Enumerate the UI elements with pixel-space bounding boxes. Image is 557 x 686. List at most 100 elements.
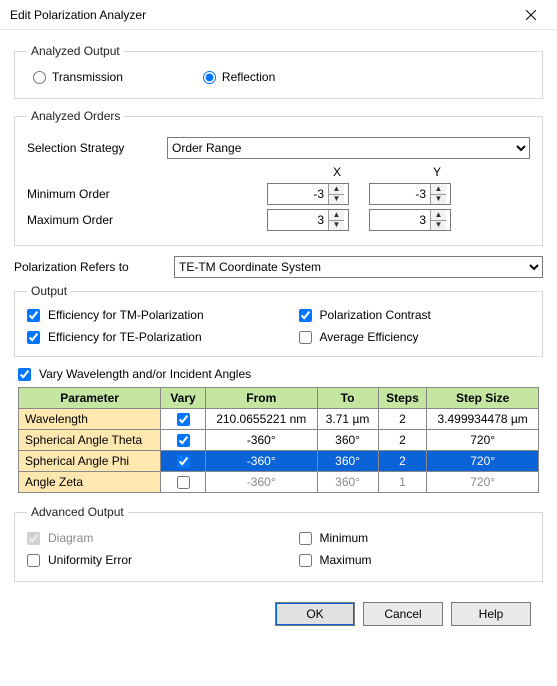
min-order-y-spinner[interactable]: ▲▼ — [369, 183, 451, 205]
cell-vary[interactable] — [161, 430, 206, 451]
diagram-checkbox-input — [27, 532, 40, 545]
advanced-output-legend: Advanced Output — [27, 505, 128, 519]
cell-parameter[interactable]: Spherical Angle Phi — [19, 451, 161, 472]
titlebar: Edit Polarization Analyzer — [0, 0, 557, 30]
header-to: To — [317, 388, 378, 409]
reflection-label: Reflection — [222, 70, 275, 84]
cell-vary[interactable] — [161, 451, 206, 472]
close-icon — [526, 10, 536, 20]
minimum-label: Minimum — [320, 531, 369, 545]
cell-from[interactable]: -360° — [205, 430, 317, 451]
polarization-contrast-label: Polarization Contrast — [320, 308, 431, 322]
maximum-checkbox[interactable]: Maximum — [299, 553, 531, 567]
min-order-x-input[interactable] — [268, 184, 328, 204]
polarization-refers-label: Polarization Refers to — [14, 260, 174, 274]
minimum-checkbox-input[interactable] — [299, 532, 312, 545]
vary-cell-checkbox[interactable] — [177, 413, 190, 426]
analyzed-output-group: Analyzed Output Transmission Reflection — [14, 44, 543, 99]
cell-to[interactable]: 360° — [317, 472, 378, 493]
spin-down-icon[interactable]: ▼ — [329, 221, 344, 231]
cell-from[interactable]: -360° — [205, 472, 317, 493]
selection-strategy-select[interactable]: Order Range — [167, 137, 530, 159]
polarization-contrast-checkbox-input[interactable] — [299, 309, 312, 322]
uniformity-checkbox-input[interactable] — [27, 554, 40, 567]
y-column-header: Y — [387, 165, 487, 179]
dialog-buttons: OK Cancel Help — [14, 592, 543, 626]
output-group: Output Efficiency for TM-Polarization Po… — [14, 284, 543, 357]
header-parameter: Parameter — [19, 388, 161, 409]
reflection-radio[interactable]: Reflection — [203, 70, 275, 84]
min-order-x-spinner[interactable]: ▲▼ — [267, 183, 349, 205]
spin-up-icon[interactable]: ▲ — [329, 184, 344, 195]
transmission-radio[interactable]: Transmission — [33, 70, 123, 84]
spin-down-icon[interactable]: ▼ — [329, 195, 344, 205]
cell-parameter[interactable]: Wavelength — [19, 409, 161, 430]
polarization-contrast-checkbox[interactable]: Polarization Contrast — [299, 308, 531, 322]
cell-vary[interactable] — [161, 409, 206, 430]
spin-up-icon[interactable]: ▲ — [431, 184, 446, 195]
avg-eff-label: Average Efficiency — [320, 330, 419, 344]
reflection-radio-input[interactable] — [203, 71, 216, 84]
vary-label: Vary Wavelength and/or Incident Angles — [39, 367, 251, 381]
analyzed-orders-group: Analyzed Orders Selection Strategy Order… — [14, 109, 543, 246]
spin-up-icon[interactable]: ▲ — [329, 210, 344, 221]
cell-to[interactable]: 3.71 µm — [317, 409, 378, 430]
close-button[interactable] — [511, 1, 551, 29]
vary-cell-checkbox[interactable] — [177, 434, 190, 447]
max-order-y-spinner[interactable]: ▲▼ — [369, 209, 451, 231]
maximum-checkbox-input[interactable] — [299, 554, 312, 567]
cancel-button[interactable]: Cancel — [363, 602, 443, 626]
cell-to[interactable]: 360° — [317, 430, 378, 451]
eff-te-checkbox-input[interactable] — [27, 331, 40, 344]
parameter-table: Parameter Vary From To Steps Step Size W… — [18, 387, 539, 493]
max-order-x-input[interactable] — [268, 210, 328, 230]
vary-checkbox[interactable]: Vary Wavelength and/or Incident Angles — [18, 367, 539, 381]
eff-tm-label: Efficiency for TM-Polarization — [48, 308, 204, 322]
cell-step[interactable]: 720° — [427, 451, 539, 472]
avg-eff-checkbox[interactable]: Average Efficiency — [299, 330, 531, 344]
table-row[interactable]: Spherical Angle Theta -360°360°2720° — [19, 430, 539, 451]
output-legend: Output — [27, 284, 71, 298]
spin-down-icon[interactable]: ▼ — [431, 221, 446, 231]
cell-vary[interactable] — [161, 472, 206, 493]
spin-up-icon[interactable]: ▲ — [431, 210, 446, 221]
minimum-order-label: Minimum Order — [27, 187, 267, 201]
cell-step[interactable]: 720° — [427, 430, 539, 451]
vary-checkbox-input[interactable] — [18, 368, 31, 381]
table-row[interactable]: Wavelength 210.0655221 nm3.71 µm23.499934… — [19, 409, 539, 430]
transmission-radio-input[interactable] — [33, 71, 46, 84]
table-row[interactable]: Angle Zeta -360°360°1720° — [19, 472, 539, 493]
eff-te-checkbox[interactable]: Efficiency for TE-Polarization — [27, 330, 259, 344]
table-row[interactable]: Spherical Angle Phi -360°360°2720° — [19, 451, 539, 472]
cell-step[interactable]: 3.499934478 µm — [427, 409, 539, 430]
cell-steps[interactable]: 2 — [378, 430, 427, 451]
vary-cell-checkbox[interactable] — [177, 455, 190, 468]
max-order-x-spinner[interactable]: ▲▼ — [267, 209, 349, 231]
cell-parameter[interactable]: Spherical Angle Theta — [19, 430, 161, 451]
cell-steps[interactable]: 2 — [378, 451, 427, 472]
spin-down-icon[interactable]: ▼ — [431, 195, 446, 205]
minimum-checkbox[interactable]: Minimum — [299, 531, 531, 545]
header-steps: Steps — [378, 388, 427, 409]
cell-from[interactable]: -360° — [205, 451, 317, 472]
cell-steps[interactable]: 2 — [378, 409, 427, 430]
min-order-y-input[interactable] — [370, 184, 430, 204]
header-from: From — [205, 388, 317, 409]
cell-step[interactable]: 720° — [427, 472, 539, 493]
ok-button[interactable]: OK — [275, 602, 355, 626]
cell-to[interactable]: 360° — [317, 451, 378, 472]
eff-tm-checkbox-input[interactable] — [27, 309, 40, 322]
selection-strategy-label: Selection Strategy — [27, 141, 167, 155]
cell-from[interactable]: 210.0655221 nm — [205, 409, 317, 430]
uniformity-checkbox[interactable]: Uniformity Error — [27, 553, 259, 567]
polarization-refers-select[interactable]: TE-TM Coordinate System — [174, 256, 543, 278]
eff-tm-checkbox[interactable]: Efficiency for TM-Polarization — [27, 308, 259, 322]
help-button[interactable]: Help — [451, 602, 531, 626]
avg-eff-checkbox-input[interactable] — [299, 331, 312, 344]
x-column-header: X — [287, 165, 387, 179]
vary-cell-checkbox[interactable] — [177, 476, 190, 489]
max-order-y-input[interactable] — [370, 210, 430, 230]
cell-parameter[interactable]: Angle Zeta — [19, 472, 161, 493]
maximum-label: Maximum — [320, 553, 372, 567]
cell-steps[interactable]: 1 — [378, 472, 427, 493]
